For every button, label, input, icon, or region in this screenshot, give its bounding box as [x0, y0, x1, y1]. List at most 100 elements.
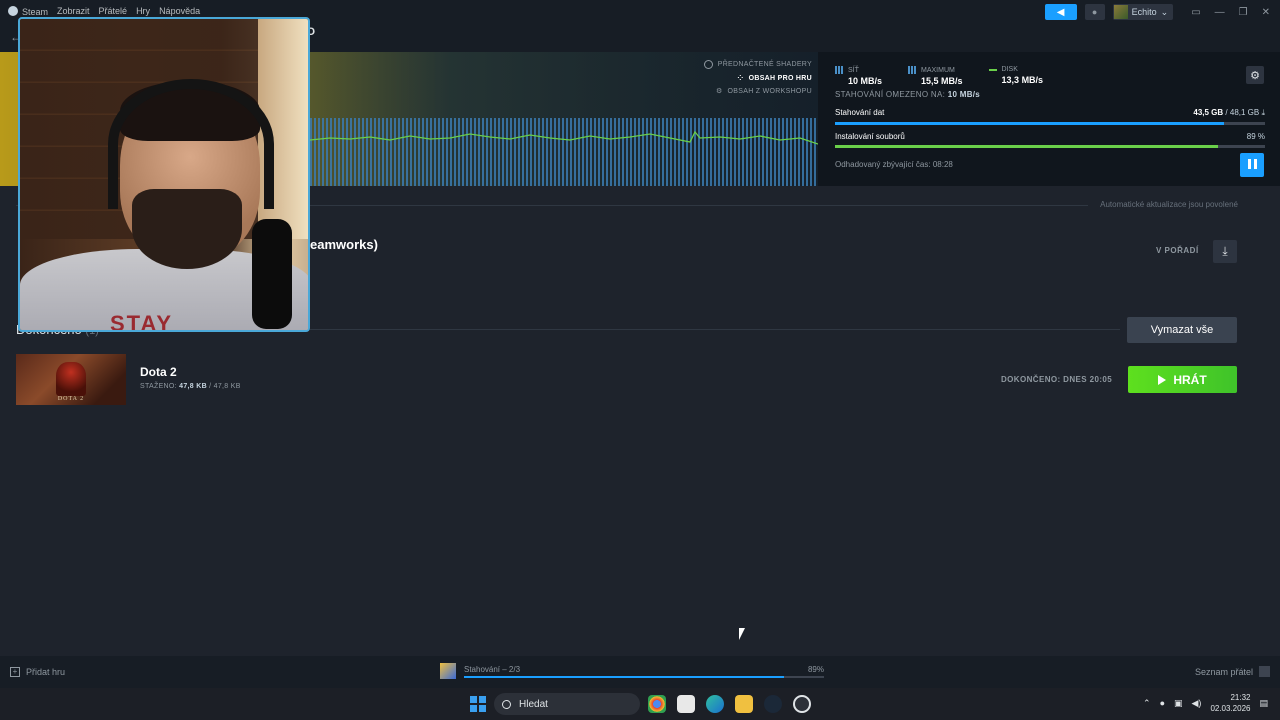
notifications-button[interactable]: ●: [1084, 4, 1105, 20]
download-track: [835, 122, 1265, 125]
throughput-graph: [310, 118, 818, 186]
download-status-percent: 89%: [807, 665, 824, 674]
clock-time: 21:32: [1230, 693, 1251, 702]
network-stat: SÍŤ 10 MB/s: [835, 66, 882, 86]
folder-icon[interactable]: [735, 695, 753, 713]
pause-button[interactable]: [1240, 153, 1264, 177]
game-name[interactable]: Dota 2: [140, 365, 177, 379]
shirt-text: STAY: [110, 311, 174, 332]
download-status-fill: [464, 676, 785, 678]
webcam-overlay: STAY: [18, 17, 310, 332]
game-thumbnail[interactable]: DOTA 2: [16, 354, 126, 405]
store-icon[interactable]: [677, 695, 695, 713]
chrome-icon[interactable]: [648, 695, 666, 713]
windows-start-icon[interactable]: [470, 696, 486, 712]
throttle-info: STAHOVÁNÍ OMEZENO NA: 10 MB/s: [835, 90, 980, 99]
download-fill: [835, 122, 1224, 125]
install-progress: Instalování souborů 89 %: [835, 132, 1265, 148]
download-progress: Stahování dat 43,5 GB / 48,1 GB ⤓: [835, 108, 1265, 125]
menu-friends[interactable]: Přátelé: [99, 6, 128, 17]
taskbar-search[interactable]: Hledat: [494, 693, 640, 715]
play-label: HRÁT: [1173, 372, 1207, 387]
game-content-item: ⁘ OBSAH PRO HRU: [704, 74, 812, 83]
windows-taskbar: Hledat ⌃ ● ▣ ◀) 21:32 02.03.2026 ▤: [0, 688, 1280, 720]
steam-logo-icon: [8, 6, 18, 16]
install-label: Instalování souborů: [835, 132, 905, 141]
play-icon: [1158, 374, 1167, 385]
menu-help[interactable]: Nápověda: [159, 6, 200, 17]
install-track: [835, 145, 1265, 148]
microphone: [252, 219, 292, 329]
pause-icon: [1246, 156, 1258, 174]
queued-game-title: eamworks): [310, 237, 378, 252]
download-panel: SÍŤ 10 MB/s MAXIMUM 15,5 MB/s DISK 13,3 …: [818, 52, 1280, 186]
download-stats: SÍŤ 10 MB/s MAXIMUM 15,5 MB/s DISK 13,3 …: [835, 66, 1043, 86]
download-total: / 48,1 GB: [1225, 108, 1260, 117]
menu-games[interactable]: Hry: [136, 6, 150, 17]
network-icon[interactable]: ▣: [1174, 698, 1183, 709]
edge-icon[interactable]: [706, 695, 724, 713]
clock[interactable]: 21:32 02.03.2026: [1210, 692, 1250, 714]
minimize-icon[interactable]: —: [1215, 7, 1225, 18]
friends-label: Seznam přátel: [1194, 666, 1253, 677]
steam-taskbar-icon[interactable]: [764, 695, 782, 713]
user-menu[interactable]: Echito ⌄: [1112, 4, 1174, 20]
bell-icon: ●: [1091, 7, 1098, 17]
user-name: Echito: [1131, 7, 1157, 17]
disk-label: DISK: [1001, 66, 1018, 73]
title-bar-right: ◀ ● Echito ⌄ ▭ — ❐ ✕: [1044, 4, 1270, 20]
megaphone-icon: ◀: [1056, 6, 1065, 18]
notification-icon[interactable]: ▤: [1259, 698, 1268, 709]
game-content-label: OBSAH PRO HRU: [748, 74, 812, 82]
auto-updates-text: Automatické aktualizace jsou povolené: [1100, 200, 1238, 209]
downloaded-info: STAŽENO: 47,8 KB / 47,8 KB: [140, 383, 241, 390]
search-placeholder: Hledat: [519, 698, 548, 710]
obs-icon[interactable]: [793, 695, 811, 713]
download-settings-button[interactable]: ⚙: [1246, 66, 1264, 84]
headset: [108, 79, 274, 209]
play-button[interactable]: HRÁT: [1128, 366, 1237, 393]
microphone-icon[interactable]: ●: [1160, 698, 1165, 708]
network-label: SÍŤ: [848, 66, 859, 74]
workshop-label: OBSAH Z WORKSHOPU: [727, 87, 812, 95]
friends-icon: [1259, 666, 1270, 677]
plus-icon: +: [10, 667, 20, 677]
friends-list-button[interactable]: Seznam přátel: [1195, 666, 1270, 677]
menu-steam[interactable]: Steam: [8, 6, 48, 17]
download-amount: 43,5 GB / 48,1 GB ⤓: [1193, 108, 1265, 118]
hero-figure: [56, 362, 86, 396]
close-icon[interactable]: ✕: [1262, 7, 1270, 18]
menu-view[interactable]: Zobrazit: [57, 6, 90, 17]
download-icon: ⤓: [1222, 244, 1228, 258]
window-controls: ▭ — ❐ ✕: [1191, 7, 1270, 18]
add-game-button[interactable]: + Přidat hru: [10, 667, 65, 677]
eta-text: Odhadovaný zbývající čas: 08:28: [835, 160, 953, 169]
clear-all-button[interactable]: Vymazat vše: [1127, 317, 1237, 343]
network-bars-icon: [835, 66, 843, 74]
download-status-text: Stahování – 2/3: [464, 665, 521, 674]
completed-time: DOKONČENO: DNES 20:05: [1001, 375, 1113, 384]
max-bars-icon: [908, 66, 917, 74]
steam-status-bar: + Přidat hru Stahování – 2/3 89% Seznam …: [0, 656, 1280, 688]
volume-icon[interactable]: ◀): [1192, 698, 1202, 709]
shaders-item: PŘEDNAČTENÉ SHADERY: [703, 60, 812, 69]
content-types: PŘEDNAČTENÉ SHADERY ⁘ OBSAH PRO HRU ⚙ OBSA…: [703, 60, 812, 100]
workshop-item: ⚙ OBSAH Z WORKSHOPU: [704, 87, 812, 96]
chevron-up-icon[interactable]: ⌃: [1143, 698, 1151, 709]
throttle-label: STAHOVÁNÍ OMEZENO NA:: [835, 90, 946, 99]
game-icon: [440, 663, 456, 679]
maximize-icon[interactable]: ❐: [1239, 7, 1248, 18]
downloaded-label: STAŽENO:: [140, 383, 177, 390]
max-stat: MAXIMUM 15,5 MB/s: [908, 66, 963, 86]
disk-value: 13,3 MB/s: [1001, 75, 1044, 85]
shader-icon: [703, 60, 713, 69]
max-label: MAXIMUM: [921, 66, 955, 74]
big-picture-icon[interactable]: ▭: [1191, 7, 1200, 18]
add-game-label: Přidat hru: [26, 667, 66, 677]
download-button[interactable]: ⤓: [1213, 240, 1237, 263]
install-fill: [835, 145, 1218, 148]
announcements-button[interactable]: ◀: [1044, 4, 1077, 20]
max-value: 15,5 MB/s: [921, 76, 963, 86]
disk-line-icon: [988, 68, 997, 71]
search-icon: [502, 699, 511, 709]
